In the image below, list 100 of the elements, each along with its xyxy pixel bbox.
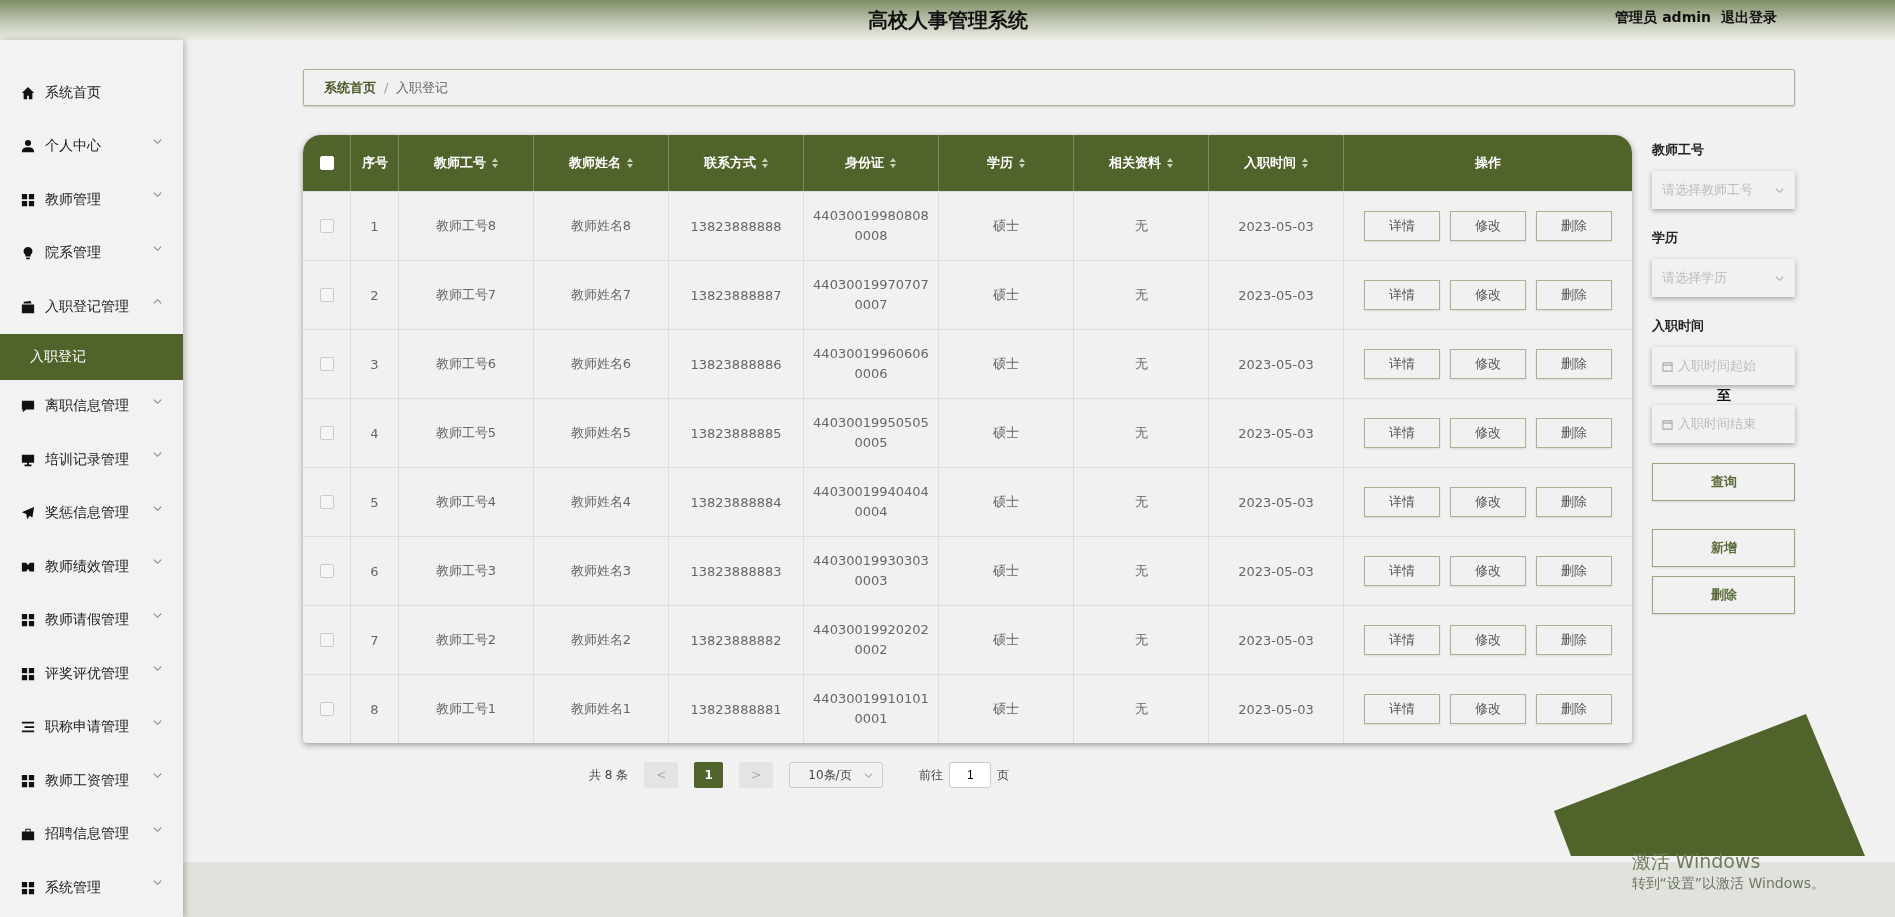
menu-item[interactable]: 个人中心: [0, 119, 183, 173]
table-cell: 硕士: [993, 493, 1019, 511]
row-action-button[interactable]: 修改: [1450, 487, 1526, 517]
table-cell: 13823888883: [690, 563, 782, 579]
table-cell: 2023-05-03: [1238, 218, 1314, 234]
row-action-button[interactable]: 修改: [1450, 211, 1526, 241]
row-action-button[interactable]: 删除: [1536, 694, 1612, 724]
page-size-select[interactable]: 10条/页: [789, 762, 884, 788]
table-cell: 教师姓名3: [570, 562, 632, 580]
row-action-button[interactable]: 删除: [1536, 280, 1612, 310]
breadcrumb-link[interactable]: 入职登记: [396, 78, 449, 97]
table-cell: 5: [370, 494, 379, 510]
row-action-button[interactable]: 详情: [1364, 280, 1440, 310]
row-action-button[interactable]: 详情: [1364, 694, 1440, 724]
row-action-button[interactable]: 删除: [1536, 556, 1612, 586]
table-cell: 教师工号5: [435, 424, 497, 442]
row-checkbox[interactable]: [319, 633, 334, 647]
menu-item[interactable]: 教师工资管理: [0, 754, 183, 808]
row-action-button[interactable]: 详情: [1364, 211, 1440, 241]
column-header[interactable]: 身份证: [804, 135, 939, 191]
range-separator: 至: [1716, 386, 1731, 405]
row-action-button[interactable]: 修改: [1450, 556, 1526, 586]
submenu-item[interactable]: 入职登记: [0, 333, 183, 380]
table-cell: 无: [1134, 286, 1148, 304]
column-header[interactable]: 操作: [1344, 135, 1632, 191]
column-header[interactable]: 联系方式: [669, 135, 804, 191]
row-action-button[interactable]: 修改: [1450, 280, 1526, 310]
table-cell-text: 440300199303030003: [812, 552, 930, 590]
menu-item[interactable]: 院系管理: [0, 226, 183, 280]
column-header[interactable]: 教师姓名: [534, 135, 669, 191]
row-action-button[interactable]: 详情: [1364, 625, 1440, 655]
table-cell: 无: [1134, 217, 1148, 235]
row-checkbox[interactable]: [319, 357, 334, 371]
sort-icon[interactable]: [1165, 157, 1174, 169]
sort-icon[interactable]: [625, 157, 634, 169]
menu-item[interactable]: 教师管理: [0, 173, 183, 227]
row-action-button[interactable]: 删除: [1536, 418, 1612, 448]
user-icon: [21, 139, 35, 154]
sort-icon[interactable]: [1017, 157, 1026, 169]
column-header[interactable]: 入职时间: [1209, 135, 1344, 191]
column-header[interactable]: 学历: [939, 135, 1074, 191]
page-suffix: 页: [997, 766, 1010, 784]
row-action-button[interactable]: 删除: [1536, 211, 1612, 241]
row-action-button[interactable]: 修改: [1450, 349, 1526, 379]
panel-button[interactable]: 查询: [1652, 463, 1795, 501]
menu-item[interactable]: 教师请假管理: [0, 593, 183, 647]
row-action-button[interactable]: 详情: [1364, 487, 1440, 517]
wallet-icon: [21, 299, 35, 314]
row-action-button[interactable]: 删除: [1536, 487, 1612, 517]
column-header[interactable]: 教师工号: [399, 135, 534, 191]
breadcrumb-link[interactable]: 系统首页: [324, 78, 376, 97]
grid-icon: [21, 880, 35, 895]
row-action-button[interactable]: 修改: [1450, 694, 1526, 724]
column-header[interactable]: 相关资料: [1074, 135, 1209, 191]
sort-icon[interactable]: [760, 157, 769, 169]
sort-icon[interactable]: [1300, 157, 1309, 169]
goto-label: 前往: [919, 766, 944, 784]
menu-item[interactable]: 教师绩效管理: [0, 540, 183, 594]
menu-item[interactable]: 评奖评优管理: [0, 647, 183, 701]
column-header[interactable]: 序号: [351, 135, 399, 191]
row-checkbox[interactable]: [319, 564, 334, 578]
row-action-button[interactable]: 修改: [1450, 625, 1526, 655]
sort-icon[interactable]: [490, 157, 499, 169]
row-checkbox[interactable]: [319, 702, 334, 716]
table-cell: 1: [370, 218, 379, 234]
row-action-button[interactable]: 修改: [1450, 418, 1526, 448]
page-button[interactable]: 1: [694, 762, 724, 788]
lightbulb-icon: [21, 246, 35, 261]
menu-item[interactable]: 入职登记管理: [0, 280, 183, 334]
table-cell: 2023-05-03: [1238, 287, 1314, 303]
row-action-button[interactable]: 删除: [1536, 625, 1612, 655]
table-cell: 13823888888: [690, 218, 782, 234]
row-action-button[interactable]: 详情: [1364, 556, 1440, 586]
row-action-button[interactable]: 删除: [1536, 349, 1612, 379]
goto-page-field[interactable]: 1: [949, 762, 992, 788]
panel-button[interactable]: 新增: [1652, 529, 1795, 567]
row-action-button[interactable]: 详情: [1364, 418, 1440, 448]
row-checkbox[interactable]: [319, 288, 334, 302]
row-checkbox[interactable]: [319, 495, 334, 509]
menu-item[interactable]: 培训记录管理: [0, 433, 183, 487]
chat-icon: [21, 399, 35, 414]
menu-item[interactable]: 系统管理: [0, 861, 183, 915]
table-cell-text: 440300199505050005: [812, 414, 930, 452]
menu-item[interactable]: 职称申请管理: [0, 700, 183, 754]
row-action-button[interactable]: 详情: [1364, 349, 1440, 379]
table-cell: 教师工号1: [435, 700, 497, 718]
table-cell-text: 440300199404040004: [812, 483, 930, 521]
row-checkbox[interactable]: [319, 426, 334, 440]
menu-item[interactable]: 奖惩信息管理: [0, 486, 183, 540]
select-all-checkbox[interactable]: [319, 156, 334, 170]
sort-icon[interactable]: [889, 157, 897, 169]
panel-button[interactable]: 删除: [1652, 576, 1795, 614]
grid-icon: [21, 192, 35, 207]
menu-item[interactable]: 招聘信息管理: [0, 807, 183, 861]
menu-item[interactable]: 离职信息管理: [0, 379, 183, 433]
logout-link[interactable]: 退出登录: [1721, 9, 1777, 27]
table-cell-text: 440300199101010001: [812, 690, 930, 728]
row-checkbox[interactable]: [319, 219, 334, 233]
menu-item[interactable]: 系统首页: [0, 66, 183, 120]
table-cell: 教师姓名6: [570, 355, 632, 373]
